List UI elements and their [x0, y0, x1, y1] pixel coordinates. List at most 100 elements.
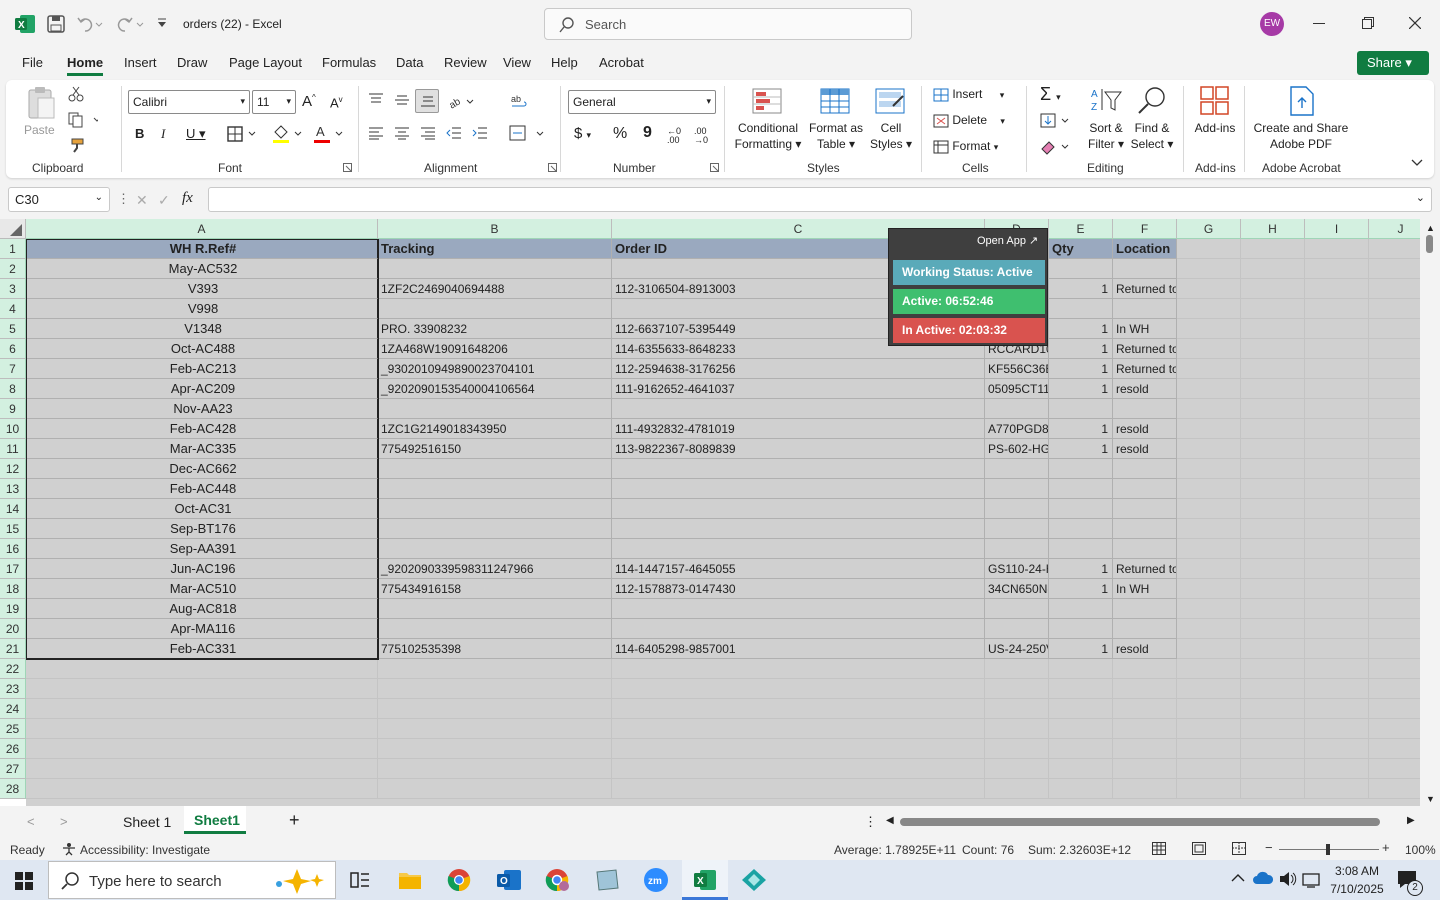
grid-cell[interactable] — [1049, 719, 1113, 739]
grid-cell[interactable] — [26, 739, 378, 759]
grid-cell[interactable] — [1369, 379, 1420, 399]
grid-cell[interactable] — [1177, 659, 1241, 679]
data-cell[interactable]: 1 — [1049, 339, 1113, 359]
grid-cell[interactable] — [1369, 739, 1420, 759]
grid-cell[interactable] — [1049, 739, 1113, 759]
clear-icon[interactable] — [1040, 139, 1072, 155]
grid-cell[interactable] — [1177, 359, 1241, 379]
grid-cell[interactable] — [26, 679, 378, 699]
grid-cell[interactable] — [1177, 499, 1241, 519]
grid-cell[interactable] — [1241, 419, 1305, 439]
paste-label[interactable]: Paste — [24, 122, 55, 138]
data-cell[interactable]: Apr-MA116 — [26, 619, 378, 639]
header-cell[interactable]: Location — [1113, 239, 1177, 259]
grid-cell[interactable] — [1241, 659, 1305, 679]
sort-filter-button[interactable]: Sort & Filter ▾ — [1082, 120, 1130, 152]
row-header[interactable]: 2 — [0, 259, 26, 279]
grid-cell[interactable] — [1241, 719, 1305, 739]
grid-cell[interactable] — [1369, 779, 1420, 799]
grid-cell[interactable] — [1369, 519, 1420, 539]
grid-cell[interactable] — [1241, 379, 1305, 399]
data-cell[interactable]: Mar-AC510 — [26, 579, 378, 599]
data-cell[interactable] — [612, 599, 985, 619]
data-cell[interactable] — [1049, 259, 1113, 279]
row-header[interactable]: 11 — [0, 439, 26, 459]
grid-cell[interactable] — [1177, 599, 1241, 619]
grid-cell[interactable] — [1049, 759, 1113, 779]
customize-toolbar-icon[interactable] — [156, 17, 168, 29]
grid-cell[interactable] — [1369, 459, 1420, 479]
data-cell[interactable]: KF556C36B — [985, 359, 1049, 379]
grid-cell[interactable] — [612, 699, 985, 719]
number-dialog-launcher-icon[interactable] — [710, 163, 719, 172]
number-format-select[interactable]: General ▾ — [568, 90, 716, 114]
grid-cell[interactable] — [1305, 519, 1369, 539]
chrome-icon[interactable] — [447, 868, 471, 892]
grid-cell[interactable] — [1369, 499, 1420, 519]
minimize-icon[interactable] — [1313, 23, 1325, 24]
grid-cell[interactable] — [1241, 699, 1305, 719]
grid-cell[interactable] — [26, 719, 378, 739]
data-cell[interactable]: Returned to disti — [1113, 559, 1177, 579]
data-cell[interactable]: Sep-BT176 — [26, 519, 378, 539]
copy-icon[interactable] — [68, 112, 98, 128]
grid-cell[interactable] — [1113, 699, 1177, 719]
accessibility-icon[interactable] — [62, 842, 76, 856]
menu-draw[interactable]: Draw — [177, 55, 207, 70]
merge-center-icon[interactable] — [509, 125, 547, 141]
orientation-icon[interactable]: ab — [447, 93, 475, 109]
grid-cell[interactable] — [1305, 419, 1369, 439]
data-cell[interactable]: 112-2594638-3176256 — [612, 359, 985, 379]
data-cell[interactable]: Feb-AC428 — [26, 419, 378, 439]
data-cell[interactable]: Mar-AC335 — [26, 439, 378, 459]
data-cell[interactable] — [378, 539, 612, 559]
zoom-app-icon[interactable]: zm — [643, 867, 669, 893]
zoom-slider-thumb[interactable] — [1326, 844, 1330, 855]
data-cell[interactable]: resold — [1113, 379, 1177, 399]
row-header[interactable]: 3 — [0, 279, 26, 299]
grid-cell[interactable] — [1241, 679, 1305, 699]
data-cell[interactable] — [612, 539, 985, 559]
sheet-tab-sheet-1[interactable]: Sheet 1 — [123, 814, 171, 830]
grid-cell[interactable] — [1305, 759, 1369, 779]
close-icon[interactable] — [1409, 17, 1421, 29]
vertical-scrollbar[interactable]: ▲ ▼ — [1420, 219, 1440, 806]
grid-cell[interactable] — [1241, 439, 1305, 459]
grid-cell[interactable] — [1177, 559, 1241, 579]
data-cell[interactable]: PRO. 33908232 — [378, 319, 612, 339]
fill-icon[interactable] — [1040, 113, 1072, 129]
grid-cell[interactable] — [1241, 599, 1305, 619]
grid-cell[interactable] — [1177, 639, 1241, 659]
data-cell[interactable] — [985, 499, 1049, 519]
confirm-entry-icon[interactable]: ✓ — [158, 192, 170, 209]
menu-file[interactable]: File — [22, 55, 43, 70]
conditional-formatting-button[interactable]: Conditional Formatting ▾ — [733, 120, 803, 152]
data-cell[interactable]: Oct-AC31 — [26, 499, 378, 519]
grid-cell[interactable] — [1049, 679, 1113, 699]
row-header[interactable]: 17 — [0, 559, 26, 579]
row-header[interactable]: 12 — [0, 459, 26, 479]
undo-icon[interactable] — [77, 15, 103, 33]
data-cell[interactable] — [378, 599, 612, 619]
data-cell[interactable]: Jun-AC196 — [26, 559, 378, 579]
row-header[interactable]: 4 — [0, 299, 26, 319]
data-cell[interactable]: Aug-AC818 — [26, 599, 378, 619]
data-cell[interactable]: _9202090339598311247966 — [378, 559, 612, 579]
data-cell[interactable]: In WH — [1113, 579, 1177, 599]
page-layout-view-icon[interactable] — [1192, 842, 1206, 855]
grid-cell[interactable] — [378, 739, 612, 759]
data-cell[interactable]: V1348 — [26, 319, 378, 339]
grid-cell[interactable] — [1177, 419, 1241, 439]
grid-cell[interactable] — [1049, 779, 1113, 799]
grid-cell[interactable] — [378, 679, 612, 699]
bold-icon[interactable]: B — [135, 126, 144, 141]
grid-cell[interactable] — [1305, 239, 1369, 259]
menu-review[interactable]: Review — [444, 55, 487, 70]
grid-cell[interactable] — [1305, 399, 1369, 419]
grid-cell[interactable] — [1177, 619, 1241, 639]
data-cell[interactable] — [985, 399, 1049, 419]
grid-cell[interactable] — [1369, 639, 1420, 659]
data-cell[interactable] — [1049, 619, 1113, 639]
grid-cell[interactable] — [1369, 299, 1420, 319]
data-cell[interactable] — [985, 539, 1049, 559]
